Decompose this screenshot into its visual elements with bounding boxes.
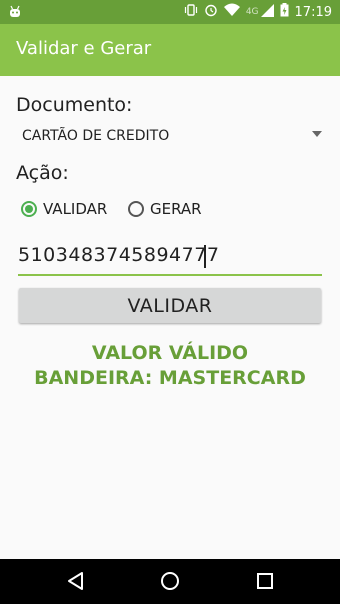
document-label: Documento:	[16, 94, 133, 116]
validar-button[interactable]: VALIDAR	[19, 288, 321, 323]
android-icon	[8, 4, 22, 23]
wifi-icon	[223, 3, 240, 21]
battery-icon	[280, 3, 289, 21]
main-content: Documento: CARTÃO DE CREDITO Ação: VALID…	[0, 76, 340, 559]
network-type: 4G	[245, 7, 259, 17]
text-cursor	[204, 245, 206, 268]
number-input-container[interactable]: 5103483745894777	[18, 242, 322, 276]
back-icon[interactable]	[65, 570, 87, 596]
radio-gerar[interactable]: GERAR	[128, 200, 202, 218]
vibrate-icon	[184, 3, 198, 21]
number-input[interactable]: 5103483745894777	[18, 244, 318, 266]
radio-unchecked-icon	[128, 201, 144, 217]
alarm-icon	[204, 3, 218, 21]
document-spinner[interactable]: CARTÃO DE CREDITO	[16, 122, 324, 152]
radio-checked-icon	[21, 201, 37, 217]
radio-gerar-label: GERAR	[150, 200, 202, 218]
result-brand-text: BANDEIRA: MASTERCARD	[34, 367, 306, 389]
signal-icon	[260, 3, 274, 21]
app-title: Validar e Gerar	[16, 38, 152, 59]
radio-validar-label: VALIDAR	[43, 200, 108, 218]
status-bar: 4G 17:19	[0, 0, 340, 24]
radio-validar[interactable]: VALIDAR	[21, 200, 107, 218]
app-bar: Validar e Gerar	[0, 24, 340, 76]
recents-icon[interactable]	[254, 570, 276, 596]
home-icon[interactable]	[159, 570, 181, 596]
action-label: Ação:	[16, 162, 69, 184]
result-valid-text: VALOR VÁLIDO	[91, 342, 249, 364]
document-selected-value: CARTÃO DE CREDITO	[22, 128, 170, 144]
navigation-bar	[0, 559, 340, 604]
clock-time: 17:19	[294, 4, 332, 20]
dropdown-arrow-icon	[312, 131, 322, 137]
